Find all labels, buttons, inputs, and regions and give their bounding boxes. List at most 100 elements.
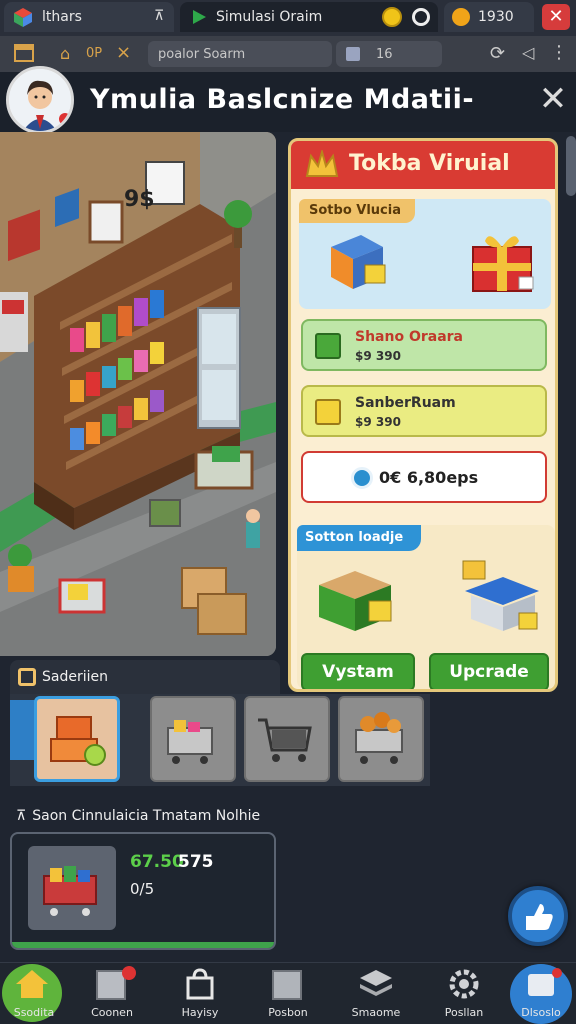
shop-item-2[interactable]: SanberRuam $9 390	[301, 385, 547, 437]
stat-value-side: 575	[178, 852, 214, 872]
home-label: 0P	[86, 46, 103, 61]
upgrade-label: Sotton loadje	[297, 525, 422, 551]
stats-label: Saon Cinnulaicia Tmatam Nolhie	[32, 808, 261, 824]
crown-icon	[305, 150, 339, 177]
nav-item-profile[interactable]: Dlsoslo	[506, 962, 576, 1024]
tab-label: 1930	[478, 9, 514, 25]
crate-green-icon[interactable]	[311, 565, 399, 635]
tab-label: Simulasi Oraim	[216, 9, 323, 25]
upgrade-button[interactable]: Upcrade	[429, 653, 549, 689]
browser-tab-bar: lthars ⊼ Simulasi Oraim 1930 ✕	[0, 0, 576, 36]
currency-icon	[351, 467, 373, 489]
item-name: Shano Oraara	[355, 329, 464, 345]
sofa-icon	[50, 716, 106, 766]
share-icon[interactable]: ◁	[522, 43, 534, 62]
item-price: $9 390	[355, 349, 401, 363]
close-button[interactable]: ✕	[536, 82, 570, 116]
full-cart-icon	[43, 866, 97, 916]
box-green-icon	[315, 333, 341, 359]
featured-label: Sotbo Vlucia	[299, 199, 415, 223]
gift-box-red-icon[interactable]	[463, 227, 543, 297]
item-price: $9 390	[355, 415, 401, 429]
stat-value-main: 67.50	[130, 852, 184, 872]
bag-icon	[186, 968, 214, 1000]
category-label: Saderiien	[42, 669, 108, 685]
tab-count: 16	[376, 46, 393, 62]
stall-blue-icon[interactable]	[459, 555, 547, 635]
nav-label: Smaome	[351, 1006, 401, 1019]
back-button[interactable]: ⌂	[60, 44, 70, 63]
menu-icon[interactable]: ⋮	[550, 42, 568, 63]
category-card-basket[interactable]	[150, 696, 236, 782]
pin-icon[interactable]: ⊼	[154, 8, 164, 24]
refresh-icon[interactable]: ⟳	[490, 43, 505, 64]
cart-thumbnail	[28, 846, 116, 930]
box-yellow-icon	[315, 399, 341, 425]
system-button[interactable]: Vystam	[301, 653, 415, 689]
play-icon	[193, 10, 206, 24]
shop-item-1[interactable]: Shano Oraara $9 390	[301, 319, 547, 371]
avatar[interactable]	[6, 66, 74, 134]
tab-lthars[interactable]: lthars ⊼	[4, 2, 174, 32]
balance-value: 0€ 6,80eps	[379, 468, 479, 487]
tab-count-field[interactable]: 16	[336, 41, 442, 67]
category-card-produce[interactable]	[338, 696, 424, 782]
store-illustration: 9$	[0, 132, 276, 656]
nav-item-orders[interactable]: Posbon	[254, 962, 322, 1024]
item-name: SanberRuam	[355, 395, 456, 411]
gear-icon	[449, 969, 479, 999]
address-bar-row: ⌂ 0P × poalor Soarm 16 ⟳ ◁ ⋮	[0, 36, 576, 72]
stats-heading: ⊼ Saon Cinnulaicia Tmatam Nolhie	[16, 808, 260, 824]
tab-counter[interactable]: 1930	[444, 2, 534, 32]
nav-label: Hayisy	[181, 1006, 219, 1019]
thumbs-up-icon	[526, 904, 553, 930]
nav-item-history[interactable]: Hayisy	[166, 962, 234, 1024]
price-sign: 9$	[124, 187, 155, 212]
cart-icon	[258, 718, 312, 762]
badge-icon	[552, 968, 562, 978]
nav-label: Posllan	[444, 1006, 484, 1019]
address-input[interactable]: poalor Soarm	[148, 41, 332, 67]
close-tab-icon[interactable]: ×	[116, 42, 131, 63]
stats-progress-track	[12, 942, 274, 948]
package-icon	[18, 668, 36, 686]
balance-field: 0€ 6,80eps	[301, 451, 547, 503]
nav-label: Ssodita	[13, 1006, 55, 1019]
category-card-cart[interactable]	[244, 696, 330, 782]
nav-item-home[interactable]: Ssodita	[0, 962, 68, 1024]
tab-label: lthars	[42, 9, 82, 25]
badge-icon	[122, 966, 136, 980]
notification-badge	[59, 113, 71, 125]
gift-box-blue-icon[interactable]	[321, 229, 393, 297]
stats-card[interactable]: 67.50 575 0/5	[10, 832, 276, 950]
stats-progress-fill	[12, 942, 274, 948]
nav-label: Dlsoslo	[521, 1006, 561, 1019]
nav-label: Coonen	[91, 1006, 133, 1019]
action-fab[interactable]	[508, 886, 568, 946]
lock-icon	[346, 47, 360, 61]
close-window-button[interactable]: ✕	[542, 4, 570, 30]
stack-icon	[360, 970, 392, 996]
layers-icon	[528, 974, 554, 996]
nav-item-stock[interactable]: Smaome	[342, 962, 410, 1024]
settings-dot-icon[interactable]	[412, 8, 430, 26]
tab-simulasi[interactable]: Simulasi Oraim	[180, 2, 438, 32]
home-icon[interactable]	[14, 44, 34, 62]
nav-item-store[interactable]: Coonen	[78, 962, 146, 1024]
featured-section: Sotbo Vlucia	[299, 199, 551, 309]
category-card-furniture[interactable]	[34, 696, 120, 782]
house-icon	[16, 970, 48, 998]
app-cube-icon	[14, 8, 32, 27]
shop-title: Tokba Viruial	[349, 151, 510, 176]
store-scene[interactable]: 9$	[0, 132, 276, 656]
nav-item-settings[interactable]: Posllan	[430, 962, 498, 1024]
scrollbar-handle[interactable]	[566, 136, 576, 196]
shop-panel: Tokba Viruial Sotbo Vlucia Shano Oraara …	[288, 138, 558, 692]
address-value: poalor Soarm	[158, 46, 246, 62]
nav-label: Posbon	[268, 1006, 308, 1019]
coin-icon	[452, 8, 470, 26]
page-title: Ymulia Baslcnize Mdatii-	[90, 84, 475, 115]
produce-cart-icon	[355, 712, 403, 764]
category-header: Saderiien	[10, 660, 280, 694]
basket-icon	[167, 720, 213, 764]
